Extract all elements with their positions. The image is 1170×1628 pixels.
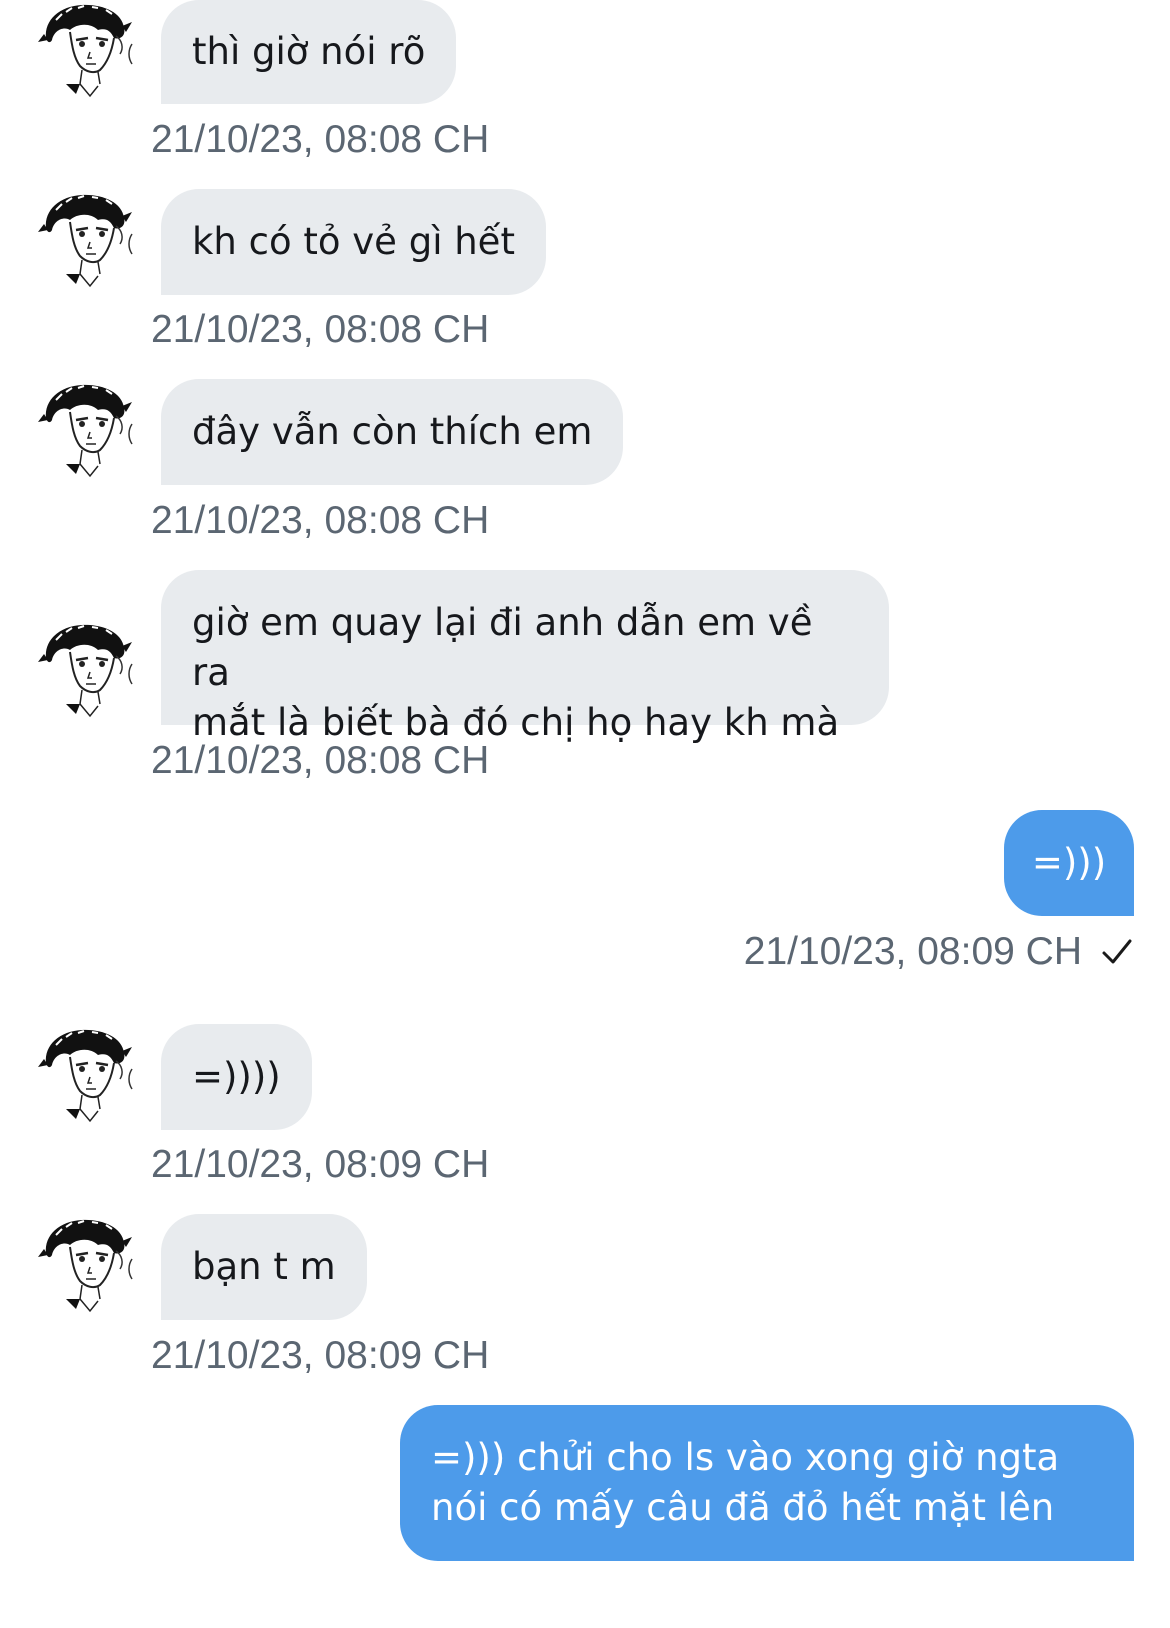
message-timestamp: 21/10/23, 08:08 CH <box>151 499 490 542</box>
incoming-message-bubble[interactable]: kh có tỏ vẻ gì hết <box>161 189 546 295</box>
outgoing-message-bubble[interactable]: =))) chửi cho ls vào xong giờ ngta nói c… <box>400 1405 1134 1561</box>
message-text-line: giờ em quay lại đi anh dẫn em về ra <box>192 601 813 694</box>
avatar[interactable] <box>36 190 140 294</box>
incoming-message-bubble[interactable]: đây vẫn còn thích em <box>161 379 624 485</box>
message-timestamp: 21/10/23, 08:08 CH <box>151 308 490 351</box>
message-text: =))) <box>1031 841 1107 884</box>
message-timestamp: 21/10/23, 08:09 CH <box>151 1334 490 1377</box>
message-timestamp: 21/10/23, 08:09 CH <box>151 1143 490 1186</box>
message-timestamp: 21/10/23, 08:09 CH <box>743 930 1082 973</box>
message-text: kh có tỏ vẻ gì hết <box>192 220 515 263</box>
incoming-message-bubble[interactable]: bạn t m <box>161 1214 367 1320</box>
message-text: bạn t m <box>192 1245 336 1288</box>
message-text: =)))) <box>192 1055 281 1098</box>
avatar[interactable] <box>36 1025 140 1129</box>
avatar[interactable] <box>36 0 140 104</box>
message-text-line: =))) chửi cho ls vào xong giờ ngta <box>431 1436 1060 1479</box>
message-text: đây vẫn còn thích em <box>192 410 593 453</box>
avatar[interactable] <box>36 1215 140 1319</box>
avatar[interactable] <box>36 380 140 484</box>
outgoing-message-bubble[interactable]: =))) <box>1004 810 1134 916</box>
incoming-message-bubble[interactable]: giờ em quay lại đi anh dẫn em về ra mắt … <box>161 570 889 744</box>
message-text-line: nói có mấy câu đã đỏ hết mặt lên <box>431 1486 1055 1529</box>
avatar[interactable] <box>36 620 140 724</box>
message-timestamp-row: 21/10/23, 08:09 CH <box>744 929 1134 975</box>
message-text: thì giờ nói rõ <box>192 30 426 73</box>
incoming-message-bubble[interactable]: =)))) <box>161 1024 312 1130</box>
checkmark-icon <box>1102 939 1132 964</box>
incoming-message-bubble[interactable]: thì giờ nói rõ <box>161 0 457 104</box>
message-timestamp: 21/10/23, 08:08 CH <box>151 118 490 161</box>
message-timestamp: 21/10/23, 08:08 CH <box>151 739 490 782</box>
